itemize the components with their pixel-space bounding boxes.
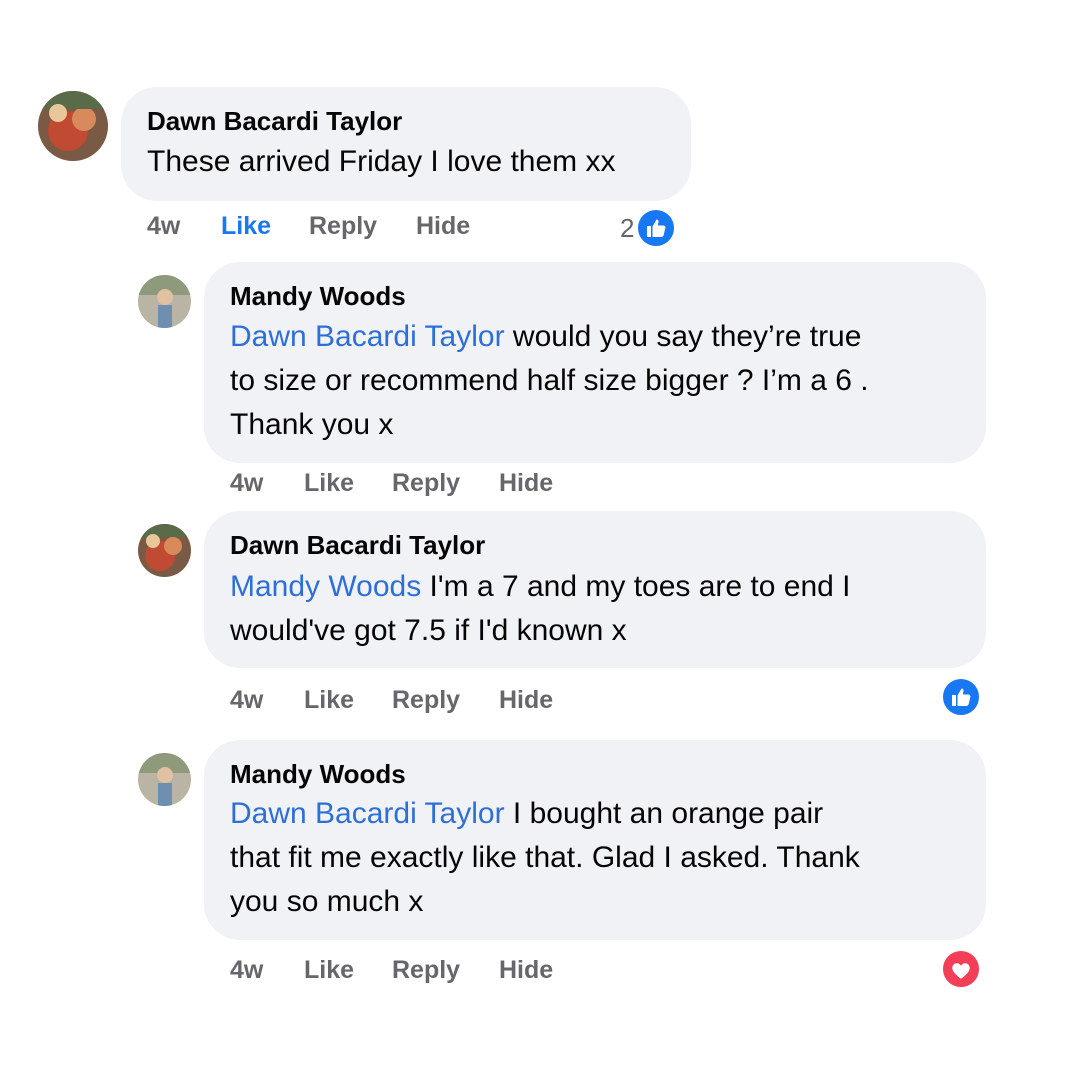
comment-author[interactable]: Dawn Bacardi Taylor (147, 106, 402, 137)
comment-text-line: to size or recommend half size bigger ? … (230, 364, 869, 397)
comment-timestamp: 4w (230, 686, 264, 714)
like-button[interactable]: Like (304, 686, 354, 715)
comment-timestamp: 4w (230, 956, 264, 984)
reaction-count: 2 (620, 212, 635, 243)
like-button[interactable]: Like (304, 469, 354, 498)
comment-author[interactable]: Mandy Woods (230, 759, 406, 790)
comment-author[interactable]: Mandy Woods (230, 281, 406, 312)
hide-button[interactable]: Hide (499, 469, 553, 498)
reply-button[interactable]: Reply (392, 956, 460, 985)
mention-link[interactable]: Mandy Woods (230, 570, 421, 603)
comment-text-line: would've got 7.5 if I'd known x (230, 614, 627, 647)
like-button[interactable]: Like (221, 212, 271, 241)
comment-text-line: would you say they’re true (504, 320, 862, 353)
comment-text-line: that fit me exactly like that. Glad I as… (230, 841, 860, 874)
avatar[interactable] (138, 524, 191, 577)
avatar[interactable] (138, 275, 191, 328)
comment-text: These arrived Friday I love them xx (147, 145, 616, 178)
avatar[interactable] (138, 753, 191, 806)
reaction-summary[interactable] (941, 677, 981, 717)
hide-button[interactable]: Hide (416, 212, 470, 241)
comment-author[interactable]: Dawn Bacardi Taylor (230, 530, 485, 561)
comment-text-line: I'm a 7 and my toes are to end I (421, 570, 851, 603)
reply-button[interactable]: Reply (392, 469, 460, 498)
reaction-summary[interactable]: 2 (620, 208, 677, 248)
comment-timestamp: 4w (147, 212, 181, 240)
comment-text: Mandy Woods I'm a 7 and my toes are to e… (230, 565, 970, 653)
comment-text-line: you so much x (230, 885, 424, 918)
comment-text: Dawn Bacardi Taylor I bought an orange p… (230, 792, 970, 924)
heart-reaction-icon (941, 949, 981, 989)
reply-button[interactable]: Reply (392, 686, 460, 715)
mention-link[interactable]: Dawn Bacardi Taylor (230, 320, 505, 353)
comment-text: Dawn Bacardi Taylor would you say they’r… (230, 315, 970, 447)
avatar[interactable] (38, 91, 108, 161)
like-button[interactable]: Like (304, 956, 354, 985)
comment-text-line: Thank you x (230, 408, 394, 441)
like-reaction-icon (636, 208, 677, 248)
like-reaction-icon (941, 677, 981, 717)
reply-button[interactable]: Reply (309, 212, 377, 241)
hide-button[interactable]: Hide (499, 956, 553, 985)
hide-button[interactable]: Hide (499, 686, 553, 715)
comment-timestamp: 4w (230, 469, 264, 497)
mention-link[interactable]: Dawn Bacardi Taylor (230, 797, 505, 830)
reaction-summary[interactable] (941, 949, 981, 989)
comment-text-line: I bought an orange pair (504, 797, 824, 830)
